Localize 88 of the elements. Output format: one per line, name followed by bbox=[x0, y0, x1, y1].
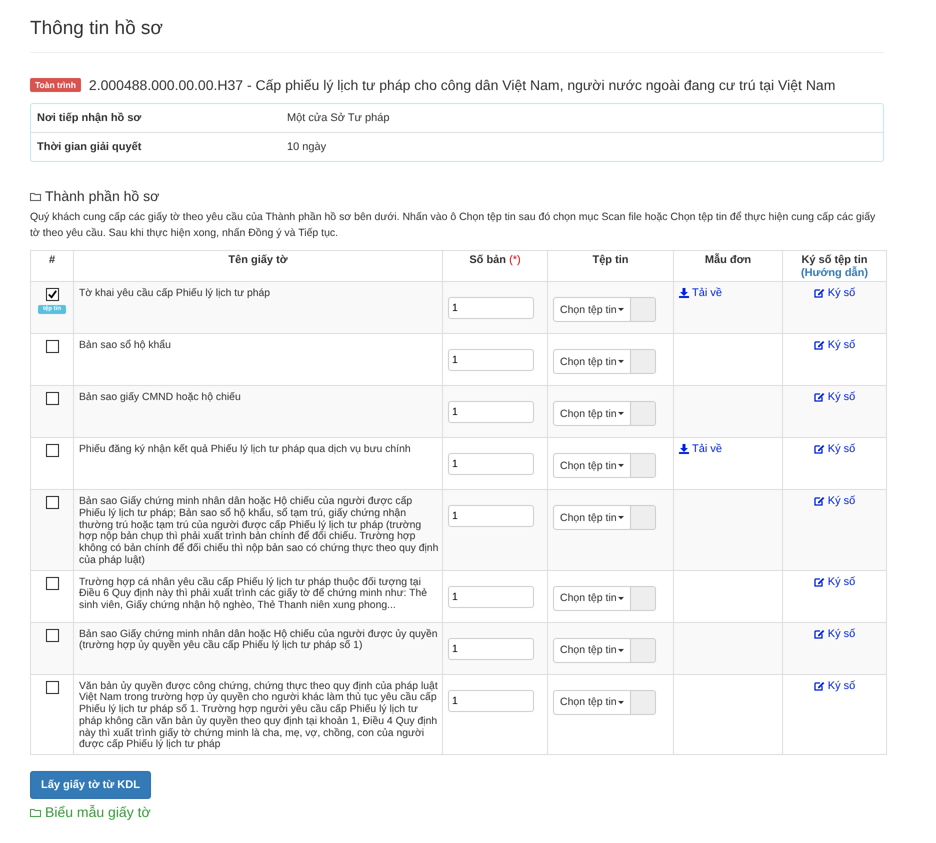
caret-icon bbox=[618, 308, 624, 311]
caret-icon bbox=[618, 412, 624, 415]
file-name-field bbox=[630, 297, 656, 322]
copies-input[interactable]: 1 bbox=[448, 505, 534, 527]
edit-icon bbox=[814, 496, 825, 506]
file-name-field bbox=[630, 453, 656, 478]
caret-icon bbox=[618, 464, 624, 467]
document-name: Bản sao sổ hộ khẩu bbox=[79, 340, 171, 351]
copies-input[interactable]: 1 bbox=[448, 586, 534, 608]
fetch-documents-button[interactable]: Lấy giấy tờ từ KDL bbox=[30, 771, 151, 799]
document-name: Bản sao Giấy chứng minh nhân dân hoặc Hộ chiếu của người được ủy quyền (trường hợp ủy quyền yêu cầu cấp Phiếu lý lịch tư pháp số 1) bbox=[79, 628, 438, 652]
file-name-field bbox=[630, 401, 656, 426]
column-header: Số bản (*) bbox=[469, 254, 521, 266]
copies-input[interactable]: 1 bbox=[448, 297, 534, 319]
checkbox[interactable] bbox=[46, 496, 58, 509]
section-title: Biểu mẫu giấy tờ bbox=[45, 804, 151, 820]
sign-link[interactable]: Ký số bbox=[814, 287, 856, 299]
choose-file-button[interactable]: Chọn tệp tin bbox=[553, 297, 631, 322]
download-link[interactable]: Tải về bbox=[679, 287, 722, 299]
sign-link[interactable]: Ký số bbox=[814, 576, 856, 588]
info-value: Một cửa Sở Tư pháp bbox=[287, 112, 390, 124]
choose-file-button[interactable]: Chọn tệp tin bbox=[553, 690, 631, 714]
procedure-title: 2.000488.000.00.00.H37 - Cấp phiếu lý lịch tư pháp cho công dân Việt Nam, người nước ngoài đang cư trú tại Việt Nam bbox=[88, 77, 836, 93]
column-header: Tệp tin bbox=[592, 254, 629, 266]
file-name-field bbox=[630, 586, 656, 610]
folder-icon bbox=[30, 808, 41, 816]
copies-input[interactable]: 1 bbox=[448, 401, 534, 423]
section-title: Thành phần hồ sơ bbox=[45, 188, 160, 204]
column-header: Tên giấy tờ bbox=[228, 254, 288, 266]
checkbox[interactable] bbox=[46, 340, 58, 353]
checkbox[interactable] bbox=[46, 392, 58, 405]
download-link[interactable]: Tải về bbox=[679, 443, 722, 455]
guide-link[interactable]: (Hướng dẫn) bbox=[788, 267, 881, 281]
page-title: Thông tin hồ sơ bbox=[30, 18, 884, 53]
edit-icon bbox=[814, 444, 825, 454]
edit-icon bbox=[814, 628, 825, 638]
caret-icon bbox=[618, 516, 624, 519]
document-name: Trường hợp cá nhân yêu cầu cấp Phiếu lý lịch tư pháp thuộc đối tượng tại Điều 6 Quy định này thì phải xuất trình các giấy tờ để chứng minh như: Thẻ sinh viên, Giấy chứng nhận hộ nghèo, Thẻ Thanh niên xung phong... bbox=[79, 576, 428, 611]
column-header: Mẫu đơn bbox=[704, 254, 752, 266]
sign-link[interactable]: Ký số bbox=[814, 443, 856, 455]
choose-file-button[interactable]: Chọn tệp tin bbox=[553, 401, 631, 426]
file-name-field bbox=[630, 690, 656, 714]
choose-file-button[interactable]: Chọn tệp tin bbox=[553, 638, 631, 662]
file-name-field bbox=[630, 505, 656, 530]
column-header: # bbox=[48, 254, 56, 266]
file-name-field bbox=[630, 349, 656, 374]
caret-icon bbox=[618, 596, 624, 600]
caret-icon bbox=[618, 648, 624, 652]
checkbox[interactable] bbox=[46, 680, 58, 694]
sign-link[interactable]: Ký số bbox=[814, 680, 856, 692]
choose-file-button[interactable]: Chọn tệp tin bbox=[553, 453, 631, 478]
checkbox[interactable] bbox=[46, 628, 58, 642]
info-label: Thời gian giải quyết bbox=[37, 141, 142, 153]
instructions-text: Quý khách cung cấp các giấy tờ theo yêu cầu của Thành phần hồ sơ bên dưới. Nhấn vào ô Chọn tệp tin sau đó chọn mục Scan file hoặc Chọn tệp tin để thực hiện cung cấp các giấy tờ theo yêu cầu. Sau khi thực hiện xong, nhấn Đồng ý và Tiếp tục. bbox=[30, 210, 876, 241]
choose-file-button[interactable]: Chọn tệp tin bbox=[553, 349, 631, 374]
sign-link[interactable]: Ký số bbox=[814, 495, 856, 507]
caret-icon bbox=[618, 360, 624, 363]
download-icon bbox=[679, 444, 689, 454]
choose-file-button[interactable]: Chọn tệp tin bbox=[553, 505, 631, 530]
edit-icon bbox=[814, 288, 825, 298]
sign-link[interactable]: Ký số bbox=[814, 339, 856, 351]
edit-icon bbox=[814, 680, 825, 690]
document-name: Văn bản ủy quyền được công chứng, chứng thực theo quy định của pháp luật Việt Nam trong trường hợp ủy quyền cho người khác làm thủ tục yêu cầu cấp Phiếu lý lịch tư pháp số 1. Trường hợp người yêu cầu cấp Phiếu lý lịch tư pháp không cần văn bản ủy quyền theo quy định tại khoản 1, Điều 4 Quy định này thì xuất trình giấy tờ chứng minh là cha, mẹ, vợ, chồng, con của người được cấp Phiếu lý lịch tư pháp bbox=[79, 680, 438, 750]
edit-icon bbox=[814, 576, 825, 586]
info-value: 10 ngày bbox=[287, 141, 326, 153]
sign-link[interactable]: Ký số bbox=[814, 628, 856, 640]
copies-input[interactable]: 1 bbox=[448, 690, 534, 712]
sign-link[interactable]: Ký số bbox=[814, 391, 856, 403]
download-icon bbox=[679, 288, 689, 298]
file-name-field bbox=[630, 638, 656, 662]
column-header: Ký số tệp tin bbox=[800, 254, 868, 266]
copies-input[interactable]: 1 bbox=[448, 638, 534, 660]
checkbox[interactable] bbox=[46, 444, 58, 457]
info-label: Nơi tiếp nhận hồ sơ bbox=[37, 112, 142, 124]
checkbox[interactable] bbox=[46, 576, 58, 590]
choose-file-button[interactable]: Chọn tệp tin bbox=[553, 586, 631, 610]
document-name: Phiếu đăng ký nhận kết quả Phiếu lý lịch tư pháp qua dịch vụ bưu chính bbox=[79, 444, 411, 455]
edit-icon bbox=[814, 392, 825, 402]
checkbox[interactable] bbox=[46, 288, 58, 301]
copies-input[interactable]: 1 bbox=[448, 349, 534, 371]
status-badge: Toàn trình bbox=[30, 78, 81, 92]
folder-icon bbox=[30, 192, 41, 200]
copies-input[interactable]: 1 bbox=[448, 453, 534, 475]
document-name: Bản sao Giấy chứng minh nhân dân hoặc Hộ chiếu của người được cấp Phiếu lý lịch tư pháp; Bản sao sổ hộ khẩu, sổ tạm trú, giấy chứng nhận thường trú hoặc tạm trú của người được cấp Phiếu lý lịch tư pháp (trường hợp nộp bản chụp thì phải xuất trình bản chính để đối chiếu. Trường hợp không có bản chính để đối chiếu thì nộp bản sao có chứng thực theo quy định của pháp luật) bbox=[79, 496, 438, 566]
document-name: Bản sao giấy CMND hoặc hộ chiếu bbox=[79, 392, 241, 403]
caret-icon bbox=[618, 700, 624, 704]
document-name: Tờ khai yêu cầu cấp Phiếu lý lịch tư pháp bbox=[79, 288, 270, 299]
edit-icon bbox=[814, 340, 825, 350]
